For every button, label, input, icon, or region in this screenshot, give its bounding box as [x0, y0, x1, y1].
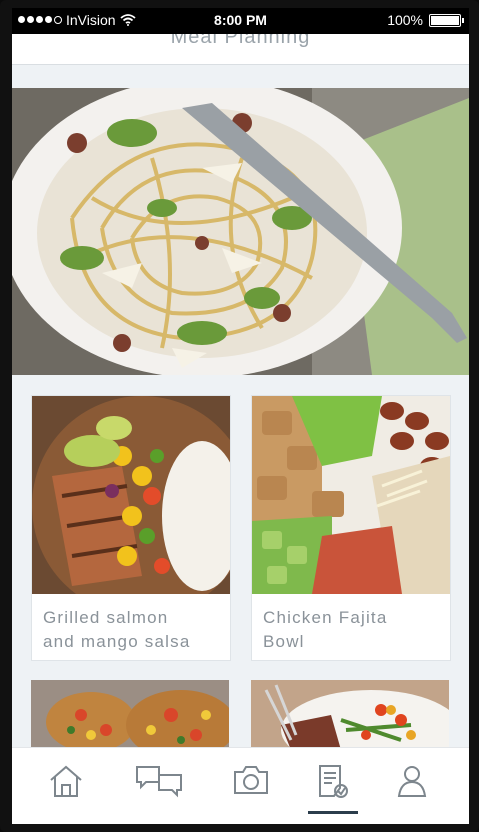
pizza-image: [31, 680, 229, 750]
tab-camera[interactable]: [221, 764, 281, 814]
tab-recipes[interactable]: [303, 764, 363, 814]
salmon-mango-salsa-image: [32, 396, 230, 594]
profile-icon: [397, 766, 427, 797]
recipe-image: [252, 396, 450, 594]
recipe-image: [32, 396, 230, 594]
recipe-card[interactable]: [251, 680, 449, 750]
recipe-card[interactable]: Grilled salmon and mango salsa: [31, 395, 231, 661]
chicken-fajita-bowl-image: [252, 396, 450, 594]
camera-icon: [234, 766, 268, 794]
tab-chat[interactable]: [129, 764, 189, 814]
status-right: 100%: [387, 12, 464, 28]
recipe-card[interactable]: Chicken Fajita Bowl: [251, 395, 451, 661]
recipe-title: Grilled salmon and mango salsa: [43, 608, 191, 651]
status-bar: InVision 8:00 PM 100%: [12, 8, 469, 34]
tab-home[interactable]: [36, 764, 96, 814]
home-icon: [50, 765, 82, 797]
screen: InVision 8:00 PM 100% Meal Planning Gril…: [12, 8, 469, 824]
steak-vegetables-image: [251, 680, 449, 750]
page-title: Meal Planning: [170, 34, 311, 48]
hero-recipe-card[interactable]: [12, 88, 469, 375]
device-frame: InVision 8:00 PM 100% Meal Planning Gril…: [0, 0, 479, 832]
active-tab-indicator: [308, 811, 358, 814]
chat-icon: [136, 766, 182, 798]
tab-bar: [12, 747, 469, 824]
battery-percent: 100%: [387, 12, 423, 28]
tab-profile[interactable]: [382, 764, 442, 814]
pasta-dish-image: [12, 88, 469, 375]
recipe-title: Chicken Fajita Bowl: [263, 608, 388, 651]
nav-header: Meal Planning: [12, 34, 469, 65]
recipe-icon: [319, 765, 348, 798]
recipe-card[interactable]: [31, 680, 229, 750]
battery-icon: [429, 13, 464, 27]
